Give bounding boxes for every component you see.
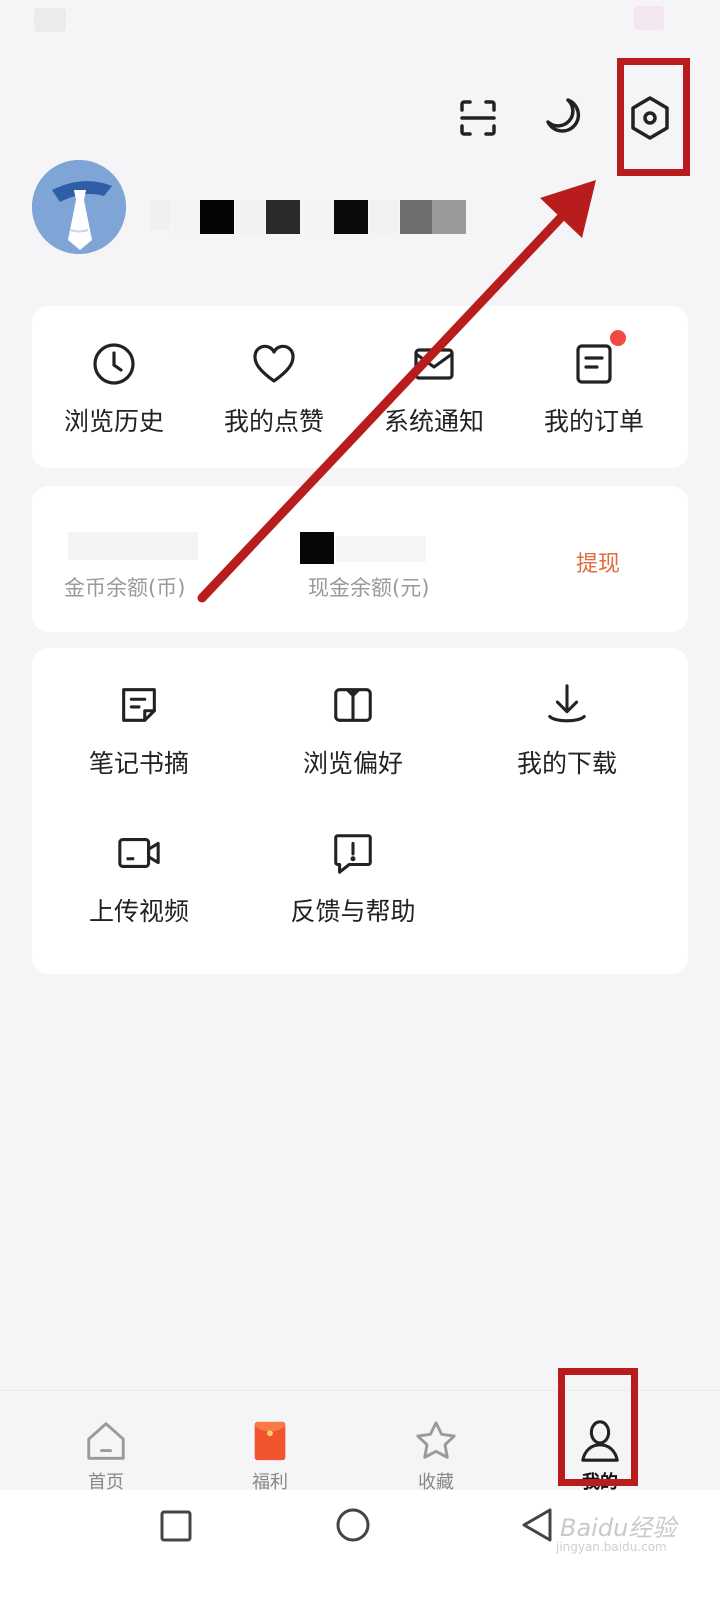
home-button-icon[interactable] bbox=[334, 1506, 372, 1544]
system-nav-bar: Baidu经验 jingyan.baidu.com bbox=[0, 1490, 720, 1600]
recent-apps-icon[interactable] bbox=[158, 1508, 194, 1544]
watermark-text: Baidu经验 bbox=[560, 1514, 677, 1542]
watermark-url: jingyan.baidu.com bbox=[556, 1540, 667, 1554]
annotation-arrow bbox=[197, 180, 596, 603]
back-button-icon[interactable] bbox=[518, 1506, 556, 1544]
